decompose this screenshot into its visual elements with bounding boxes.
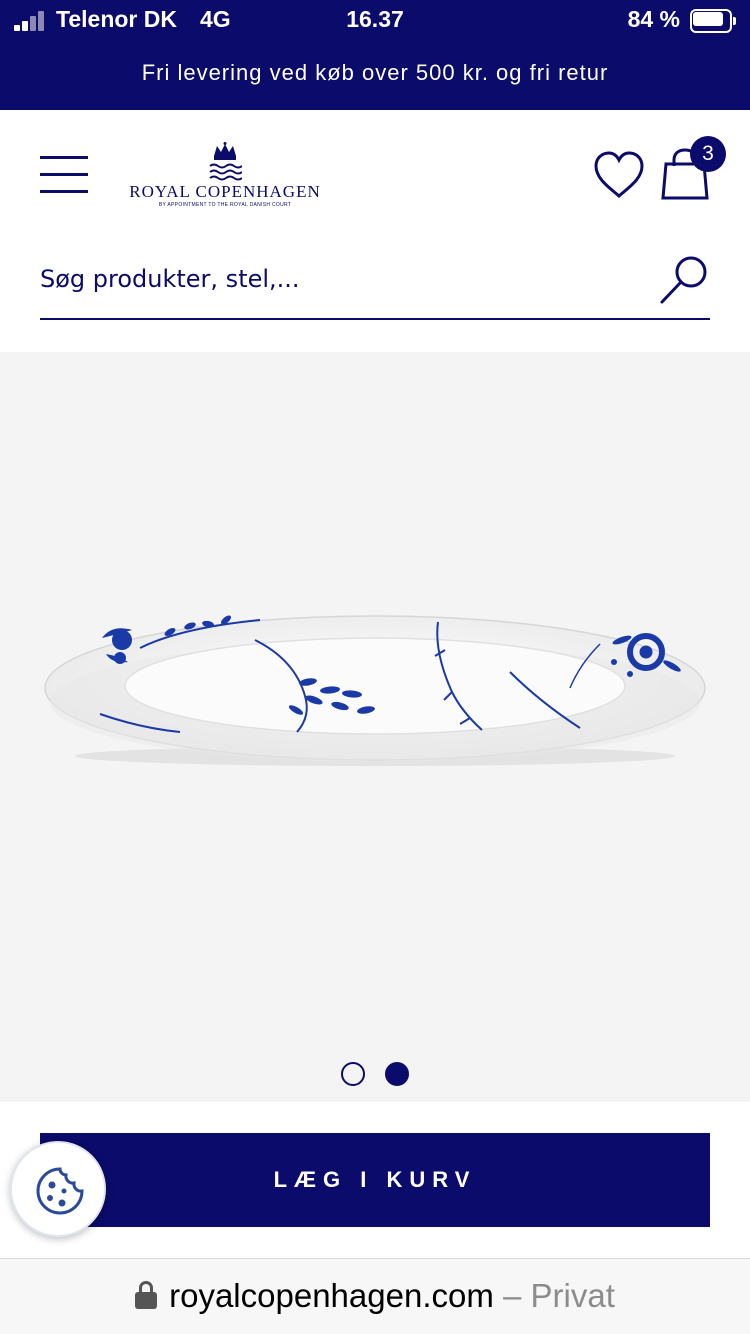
status-bar: Telenor DK 4G 16.37 84 %	[0, 0, 750, 42]
hamburger-menu-icon[interactable]	[40, 156, 88, 194]
browser-url-bar[interactable]: royalcopenhagen.com – Privat	[0, 1258, 750, 1334]
top-band: Telenor DK 4G 16.37 84 % Fri levering ve…	[0, 0, 750, 110]
gallery-dot-2[interactable]	[384, 1062, 409, 1086]
promo-banner-text: Fri levering ved køb over 500 kr. og fri…	[141, 60, 609, 85]
search-input[interactable]	[40, 258, 640, 300]
crown-waves-logo-icon	[209, 142, 242, 181]
logo-wordmark: ROYAL COPENHAGEN	[129, 182, 321, 201]
gallery-dot-1[interactable]	[341, 1062, 366, 1086]
product-image-gallery[interactable]	[0, 352, 750, 1102]
heart-icon	[594, 151, 644, 199]
browsing-mode: – Privat	[493, 1277, 615, 1314]
search-button[interactable]	[658, 254, 710, 306]
cookie-settings-button[interactable]	[10, 1141, 106, 1237]
url-domain: royalcopenhagen.com	[169, 1277, 494, 1314]
logo-tagline: BY APPOINTMENT TO THE ROYAL DANISH COURT	[158, 202, 292, 208]
lock-icon	[135, 1281, 158, 1309]
product-image-oval-dish	[44, 615, 706, 766]
cookie-icon	[36, 1167, 84, 1215]
magnifier-icon	[660, 256, 707, 304]
url-display: royalcopenhagen.com – Privat	[0, 1277, 750, 1315]
gallery-pagination	[0, 1062, 750, 1088]
search-bar	[40, 250, 710, 320]
royal-copenhagen-logo[interactable]: ROYAL COPENHAGEN BY APPOINTMENT TO THE R…	[118, 140, 332, 212]
add-to-cart-button[interactable]: LÆG I KURV	[40, 1133, 710, 1227]
wishlist-button[interactable]	[592, 150, 646, 200]
battery-icon	[690, 9, 736, 33]
cart-count-badge: 3	[690, 136, 726, 172]
battery-percentage: 84 %	[627, 6, 680, 32]
